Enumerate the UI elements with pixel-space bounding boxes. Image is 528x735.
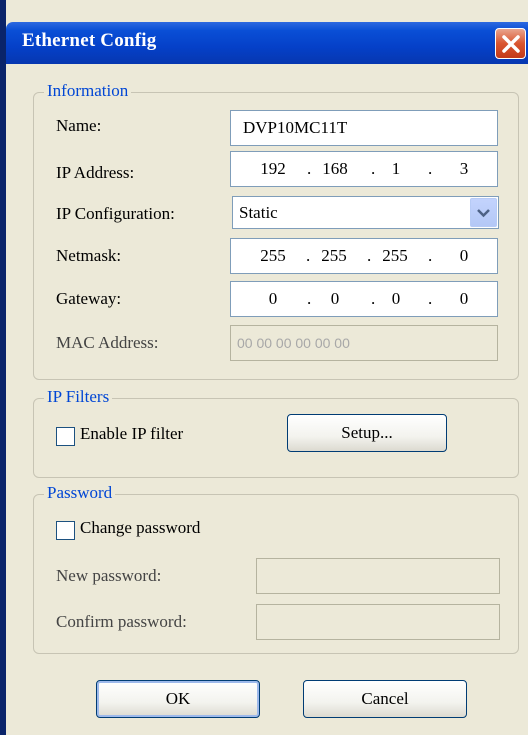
name-label: Name:	[56, 116, 102, 135]
mac-address-field: 00 00 00 00 00 00	[230, 325, 498, 361]
ip-configuration-label: IP Configuration:	[56, 204, 175, 223]
netmask-octet-4: 0	[459, 246, 469, 265]
mac-address-value: 00 00 00 00 00 00	[237, 335, 350, 351]
ip-dot: .	[428, 289, 433, 308]
ip-filters-group-title: IP Filters	[44, 387, 113, 407]
name-field[interactable]: DVP10MC11T	[230, 110, 498, 146]
gateway-label: Gateway:	[56, 289, 122, 308]
mac-address-label: MAC Address:	[56, 333, 159, 352]
ip-configuration-select[interactable]: Static	[232, 196, 499, 229]
setup-button[interactable]: Setup...	[287, 414, 447, 452]
gateway-field[interactable]: 0 . 0 . 0 . 0	[230, 281, 498, 317]
netmask-label: Netmask:	[56, 246, 122, 265]
change-password-checkbox[interactable]	[56, 521, 75, 540]
netmask-octet-3: 255	[382, 246, 408, 265]
window-edge	[0, 0, 6, 735]
gateway-octet-4: 0	[459, 289, 469, 308]
chevron-down-icon	[477, 209, 490, 218]
window-title: Ethernet Config	[22, 30, 157, 51]
ethernet-config-dialog: Ethernet Config Information Name: DVP10M…	[0, 0, 528, 735]
new-password-label: New password:	[56, 566, 162, 585]
close-button[interactable]	[495, 28, 526, 59]
ip-dot: .	[428, 159, 433, 178]
ip-octet-3: 1	[391, 159, 401, 178]
close-icon	[502, 35, 520, 53]
enable-ip-filter-checkbox[interactable]	[56, 427, 75, 446]
enable-ip-filter-label[interactable]: Enable IP filter	[80, 424, 183, 444]
gateway-octet-1: 0	[268, 289, 278, 308]
title-bar[interactable]: Ethernet Config	[6, 22, 528, 64]
gateway-octet-3: 0	[391, 289, 401, 308]
information-group-title: Information	[44, 81, 132, 101]
confirm-password-field	[256, 604, 500, 640]
ok-button[interactable]: OK	[96, 680, 260, 718]
netmask-field[interactable]: 255 . 255 . 255 . 0	[230, 238, 498, 274]
ip-octet-2: 168	[322, 159, 348, 178]
ip-address-field[interactable]: 192 . 168 . 1 . 3	[230, 151, 498, 187]
ip-address-label: IP Address:	[56, 163, 135, 182]
ip-configuration-value: Static	[239, 203, 278, 222]
ip-octet-4: 3	[459, 159, 469, 178]
netmask-octet-1: 255	[260, 246, 286, 265]
netmask-octet-2: 255	[321, 246, 347, 265]
new-password-field	[256, 558, 500, 594]
cancel-button[interactable]: Cancel	[303, 680, 467, 718]
ip-dot: .	[428, 246, 433, 265]
password-group-title: Password	[44, 483, 116, 503]
change-password-label[interactable]: Change password	[80, 518, 200, 538]
gateway-octet-2: 0	[330, 289, 340, 308]
dropdown-button[interactable]	[470, 198, 497, 227]
ip-octet-1: 192	[260, 159, 286, 178]
name-value: DVP10MC11T	[243, 118, 348, 137]
confirm-password-label: Confirm password:	[56, 612, 187, 631]
